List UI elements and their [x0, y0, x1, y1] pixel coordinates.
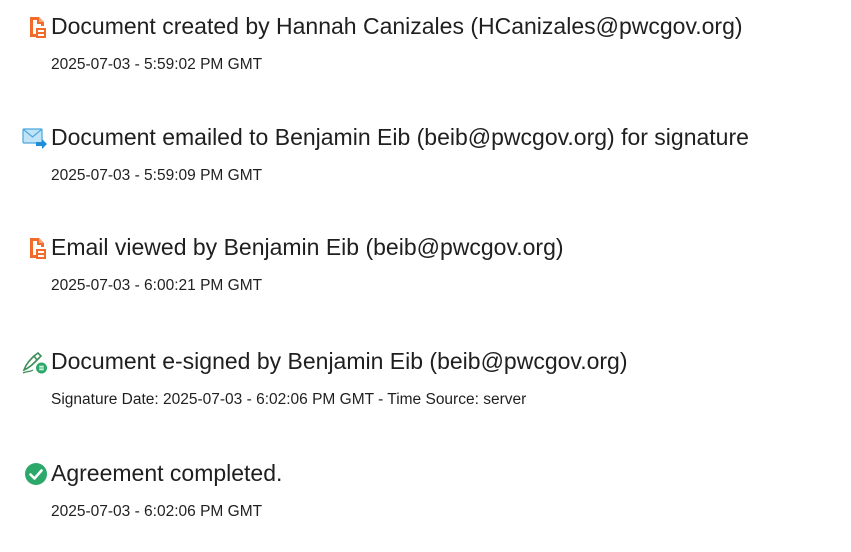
event-timestamp: 2025-07-03 - 6:02:06 PM GMT [51, 503, 263, 520]
email-sent-icon [22, 126, 47, 150]
event-title: Document e-signed by Benjamin Eib (beib@… [51, 348, 628, 374]
event-title: Document created by Hannah Canizales (HC… [51, 13, 743, 39]
checkmark-circle-icon [24, 462, 48, 486]
event-title: Email viewed by Benjamin Eib (beib@pwcgo… [51, 234, 564, 260]
audit-event-completed: Agreement completed. 2025-07-03 - 6:02:0… [0, 460, 851, 552]
e-sign-pen-icon [22, 350, 47, 374]
document-created-icon [24, 15, 48, 39]
audit-event-created: Document created by Hannah Canizales (HC… [0, 13, 851, 105]
event-timestamp: 2025-07-03 - 6:00:21 PM GMT [51, 277, 263, 294]
audit-event-signed: Document e-signed by Benjamin Eib (beib@… [0, 348, 851, 440]
audit-event-viewed: Email viewed by Benjamin Eib (beib@pwcgo… [0, 234, 851, 326]
audit-event-emailed: Document emailed to Benjamin Eib (beib@p… [0, 124, 851, 216]
event-title: Document emailed to Benjamin Eib (beib@p… [51, 124, 749, 150]
event-timestamp: 2025-07-03 - 5:59:09 PM GMT [51, 167, 263, 184]
document-viewed-icon [24, 236, 48, 260]
event-title: Agreement completed. [51, 460, 283, 486]
event-timestamp: 2025-07-03 - 5:59:02 PM GMT [51, 56, 263, 73]
event-timestamp: Signature Date: 2025-07-03 - 6:02:06 PM … [51, 391, 527, 408]
